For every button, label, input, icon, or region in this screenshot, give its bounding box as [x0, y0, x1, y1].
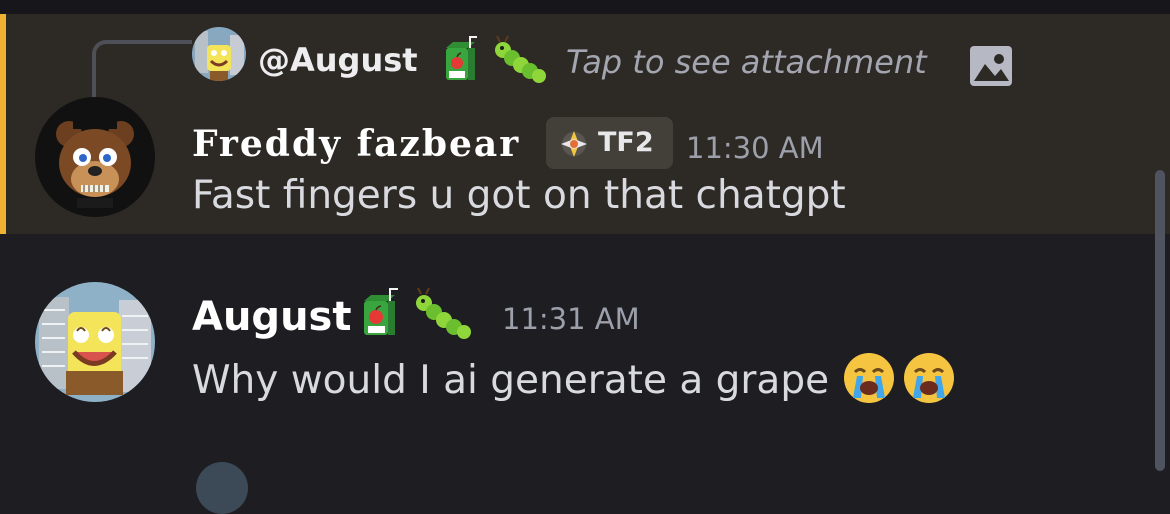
message-text-august: Why would I ai generate a grape	[192, 358, 830, 403]
server-tag[interactable]: TF2	[546, 117, 673, 169]
top-strip	[0, 0, 1170, 14]
message-timestamp: 11:30 AM	[686, 131, 824, 165]
juice-box-icon	[439, 34, 491, 86]
message-timestamp-august: 11:31 AM	[502, 302, 640, 336]
spongebob-avatar-icon	[192, 27, 246, 81]
author-name[interactable]: Freddy fazbear	[192, 126, 520, 162]
reply-preview-text[interactable]: Tap to see attachment	[566, 46, 927, 78]
reply-spine	[92, 40, 192, 102]
caterpillar-icon	[490, 34, 546, 86]
loudly-crying-face-icon	[901, 350, 957, 406]
next-message-avatar[interactable]	[196, 462, 248, 514]
juice-box-icon	[356, 286, 412, 342]
august-avatar[interactable]	[35, 282, 155, 402]
author-name-august[interactable]: August	[192, 297, 351, 337]
freddy-avatar[interactable]	[35, 97, 155, 217]
freddy-avatar-icon	[35, 97, 155, 217]
message-text: Fast fingers u got on that chatgpt	[192, 173, 846, 218]
image-icon	[970, 46, 1012, 86]
spongebob-avatar-icon	[35, 282, 155, 402]
mention-highlight-bar	[0, 14, 6, 234]
reply-avatar[interactable]	[192, 27, 246, 81]
reply-author[interactable]: @August	[258, 44, 418, 76]
tf2-icon	[561, 131, 587, 157]
scrollbar-thumb[interactable]	[1155, 170, 1165, 471]
loudly-crying-face-icon	[841, 350, 897, 406]
tag-label: TF2	[598, 127, 654, 158]
caterpillar-icon	[411, 286, 471, 342]
message-freddy[interactable]: @August Tap to see attachment Freddy faz…	[0, 14, 1170, 234]
